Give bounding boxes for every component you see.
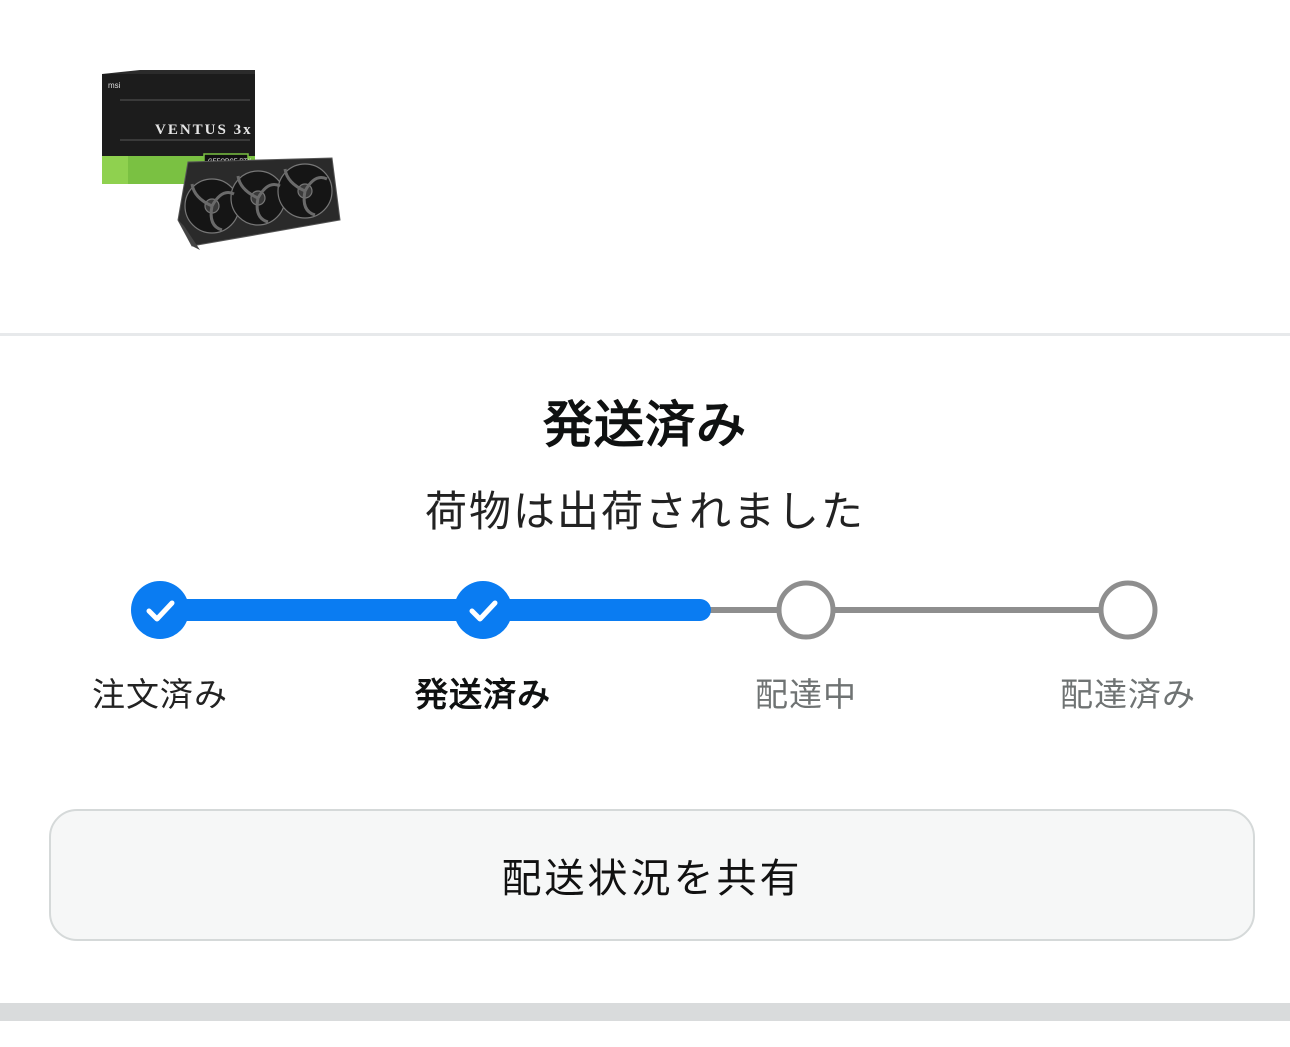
shipment-status-title: 発送済み [543, 396, 747, 454]
step-marker-ordered [131, 581, 189, 639]
step-marker-in-transit [776, 580, 836, 640]
shipment-status-message: 荷物は出荷されました [424, 487, 865, 536]
graphics-card-box-image: msi VENTUS 3x GEFORCE RTX 5090 [102, 70, 341, 250]
section-divider [0, 333, 1290, 336]
step-marker-delivered [1098, 580, 1158, 640]
step-label-in-transit: 配達中 [755, 675, 857, 714]
step-label-shipped: 発送済み [415, 675, 551, 714]
step-marker-shipped [454, 581, 512, 639]
section-divider-bottom [0, 1003, 1290, 1021]
box-brand-text: msi [108, 81, 121, 90]
step-label-ordered: 注文済み [92, 675, 228, 714]
shipment-progress-tracker [131, 580, 1158, 640]
step-label-delivered: 配達済み [1060, 675, 1196, 714]
box-model-text: VENTUS 3x [155, 122, 253, 138]
share-tracking-button[interactable]: 配送状況を共有 [49, 809, 1255, 941]
product-image[interactable]: msi VENTUS 3x GEFORCE RTX 5090 [100, 70, 345, 255]
